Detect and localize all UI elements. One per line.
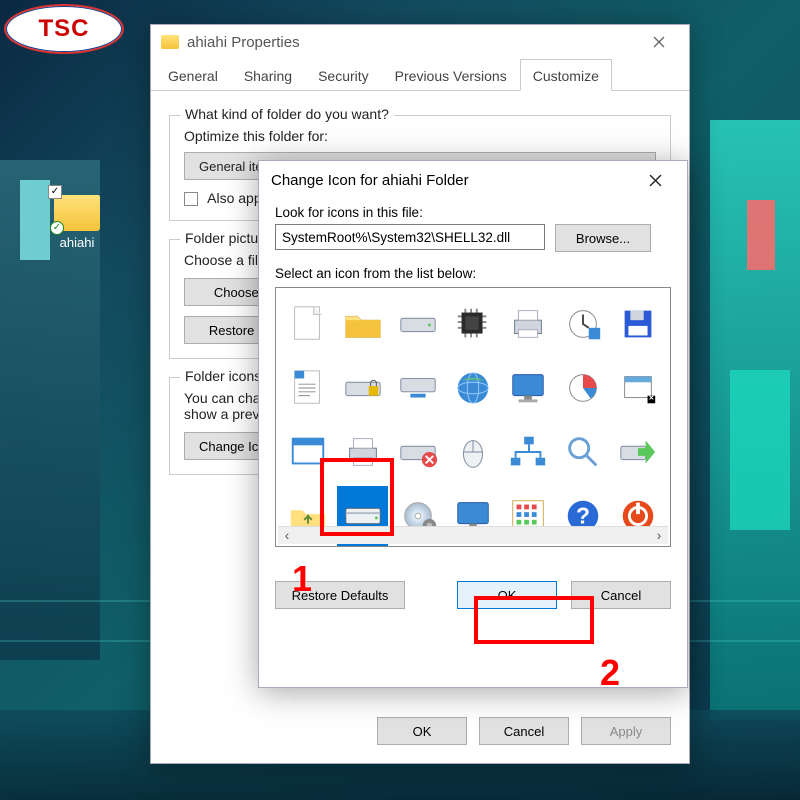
checkbox-icon: ✓ (48, 185, 62, 199)
icon-window-frame[interactable] (282, 422, 333, 482)
close-button[interactable] (639, 28, 679, 56)
tsc-logo: TSC (4, 4, 124, 54)
icon-printer-floppy[interactable] (337, 422, 388, 482)
look-for-label: Look for icons in this file: (275, 205, 671, 220)
window-title: ahiahi Properties (187, 34, 300, 51)
icon-list: ‹ › (275, 287, 671, 547)
icon-drive-open[interactable] (392, 294, 443, 354)
close-icon (649, 174, 662, 187)
icon-mouse[interactable] (447, 422, 498, 482)
annotation-label-1: 1 (292, 558, 312, 600)
tab-customize[interactable]: Customize (520, 59, 612, 91)
tab-strip: General Sharing Security Previous Versio… (151, 59, 689, 91)
properties-button-row: OK Cancel Apply (377, 717, 671, 745)
icon-printer[interactable] (503, 294, 554, 354)
group-legend: What kind of folder do you want? (180, 106, 394, 122)
icon-globe[interactable] (447, 358, 498, 418)
close-button[interactable] (635, 166, 675, 194)
icon-network-nodes[interactable] (503, 422, 554, 482)
icon-magnifier[interactable] (558, 422, 609, 482)
bg-decor (730, 370, 790, 530)
checkbox-icon (184, 192, 198, 206)
icon-path-input[interactable] (275, 224, 545, 250)
icon-folder[interactable] (337, 294, 388, 354)
folder-icon (161, 35, 179, 49)
horizontal-scrollbar[interactable]: ‹ › (278, 526, 668, 544)
tab-sharing[interactable]: Sharing (231, 59, 305, 91)
tab-general[interactable]: General (155, 59, 231, 91)
change-icon-dialog: Change Icon for ahiahi Folder Look for i… (258, 160, 688, 688)
scroll-left-icon[interactable]: ‹ (278, 527, 296, 545)
sync-badge-icon: ✓ (50, 221, 64, 235)
annotation-label-2: 2 (600, 652, 620, 694)
dialog-titlebar[interactable]: Change Icon for ahiahi Folder (259, 161, 687, 199)
icon-chip[interactable] (447, 294, 498, 354)
icon-drive-locked[interactable] (337, 358, 388, 418)
icon-document-lines[interactable] (282, 358, 333, 418)
icon-pie-chart[interactable] (558, 358, 609, 418)
folder-icon: ✓ ✓ (54, 195, 100, 231)
icon-blank-page[interactable] (282, 294, 333, 354)
cancel-button[interactable]: Cancel (571, 581, 671, 609)
ok-button[interactable]: OK (457, 581, 557, 609)
bg-decor (747, 200, 775, 270)
group-legend: Folder icons (180, 368, 266, 384)
icon-drive-arrow[interactable] (613, 422, 664, 482)
apply-button[interactable]: Apply (581, 717, 671, 745)
desktop-folder-label: ahiahi (42, 235, 112, 250)
optimize-label: Optimize this folder for: (184, 128, 656, 144)
browse-button[interactable]: Browse... (555, 224, 651, 252)
tab-previous-versions[interactable]: Previous Versions (382, 59, 520, 91)
titlebar[interactable]: ahiahi Properties (151, 25, 689, 59)
select-icon-label: Select an icon from the list below: (275, 266, 671, 281)
ok-button[interactable]: OK (377, 717, 467, 745)
dialog-body: Look for icons in this file: Browse... S… (259, 199, 687, 623)
icon-monitor-blue[interactable] (503, 358, 554, 418)
desktop-folder-ahiahi[interactable]: ✓ ✓ ahiahi (42, 195, 112, 250)
icon-drive-error[interactable] (392, 422, 443, 482)
icon-window-small[interactable] (613, 358, 664, 418)
scroll-right-icon[interactable]: › (650, 527, 668, 545)
cancel-button[interactable]: Cancel (479, 717, 569, 745)
icon-drive-network[interactable] (392, 358, 443, 418)
icon-floppy-blue[interactable] (613, 294, 664, 354)
icon-clock-drive[interactable] (558, 294, 609, 354)
dialog-title: Change Icon for ahiahi Folder (271, 172, 469, 189)
tab-security[interactable]: Security (305, 59, 382, 91)
close-icon (653, 36, 665, 48)
